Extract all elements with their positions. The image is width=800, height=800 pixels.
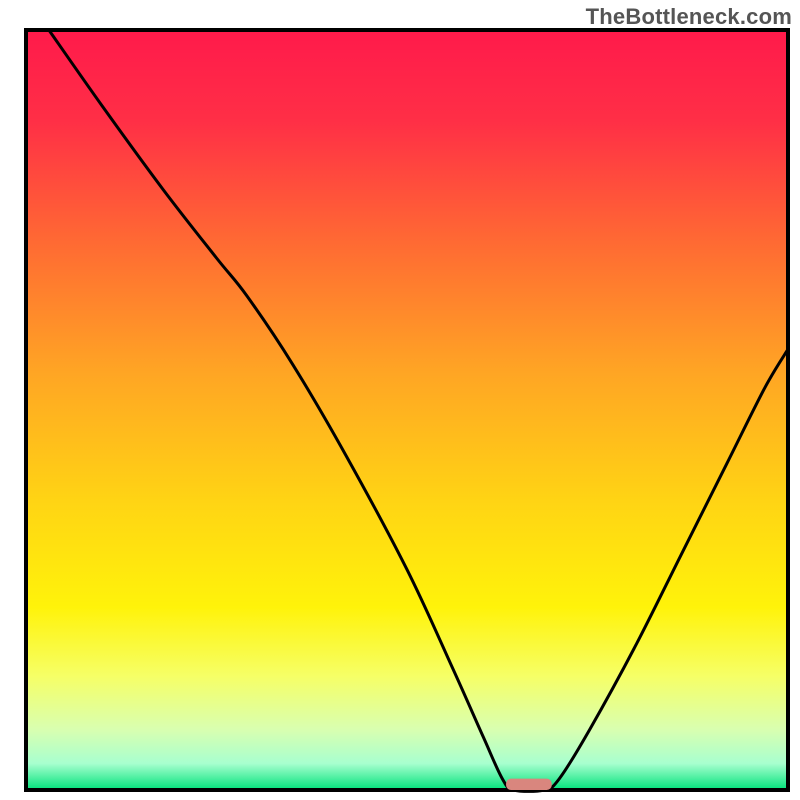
optimal-marker xyxy=(506,779,552,790)
plot-area xyxy=(26,30,788,791)
chart-plot xyxy=(0,0,800,800)
gradient-background xyxy=(26,30,788,790)
chart-canvas: TheBottleneck.com xyxy=(0,0,800,800)
watermark-label: TheBottleneck.com xyxy=(586,4,792,30)
